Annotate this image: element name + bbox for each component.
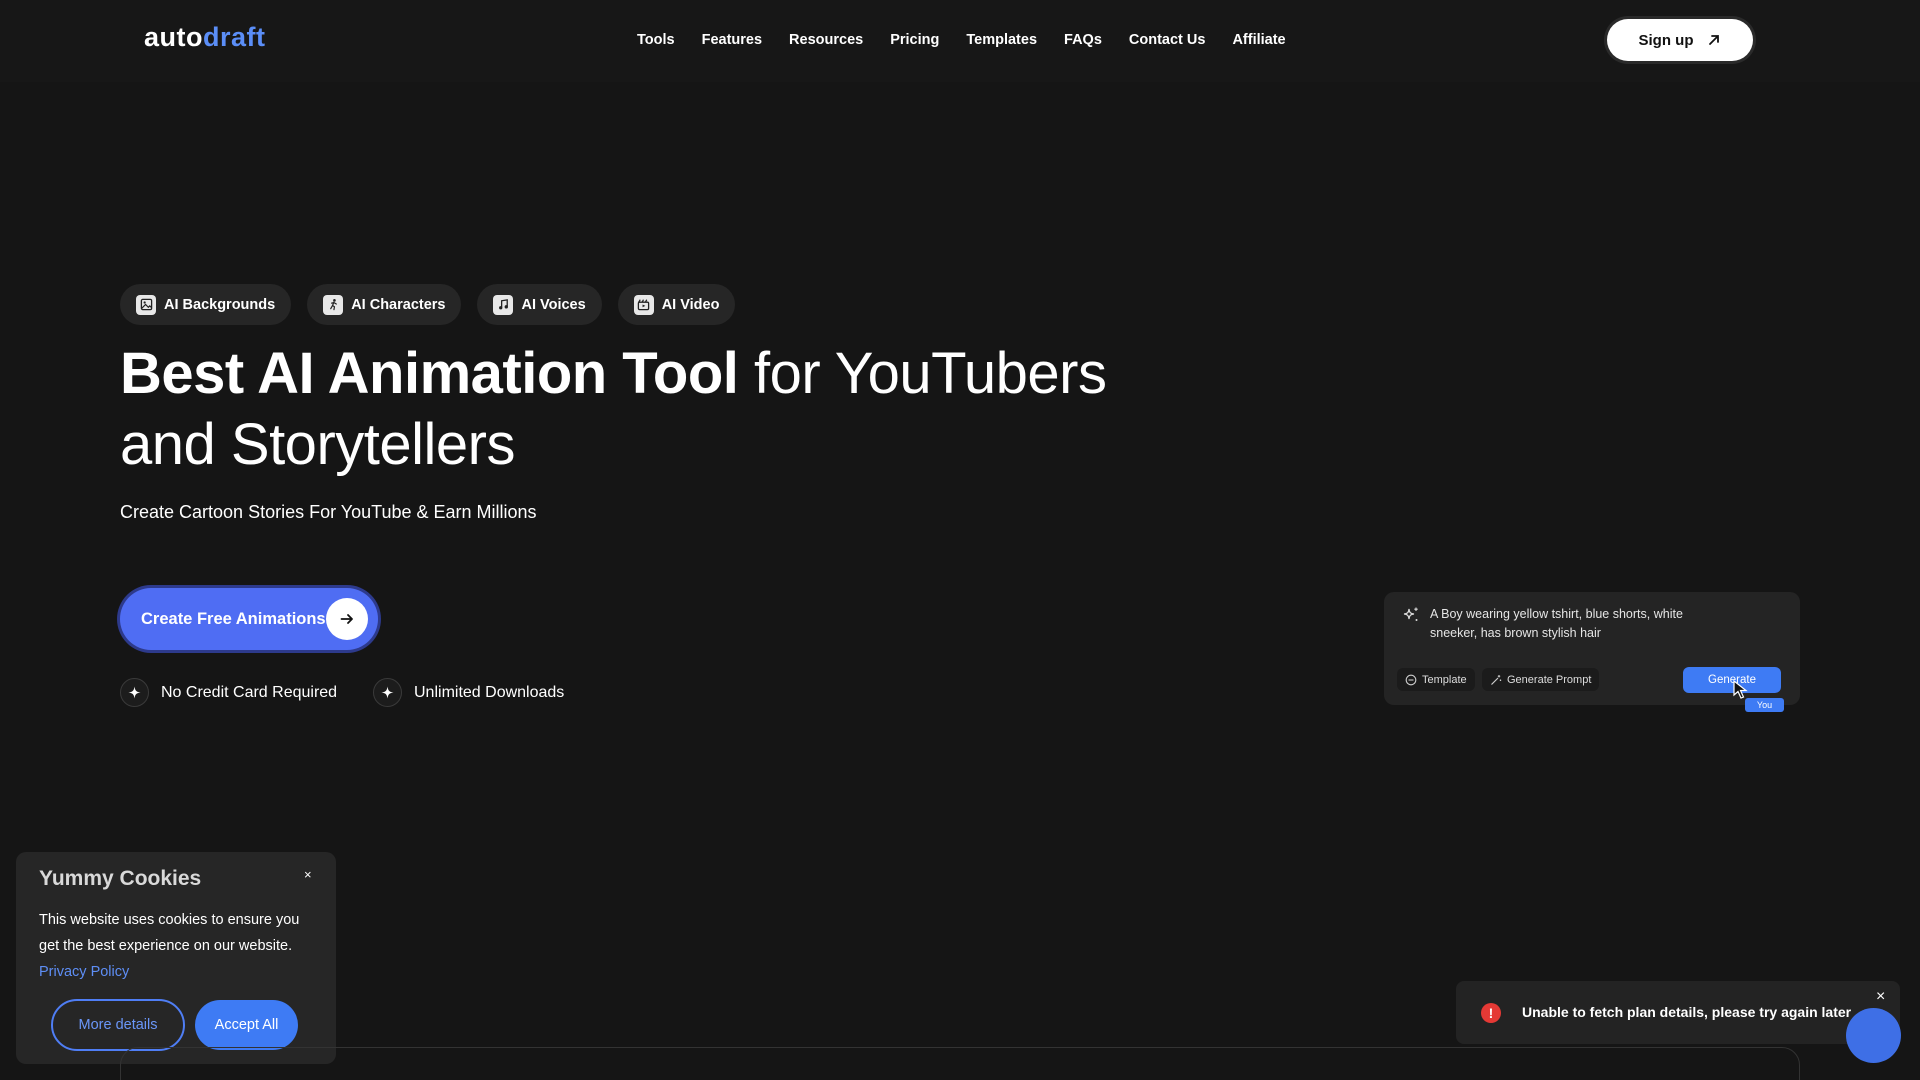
- arrow-up-right-icon: [1708, 35, 1719, 45]
- error-toast: ! Unable to fetch plan details, please t…: [1456, 981, 1900, 1044]
- chip-label: AI Voices: [521, 296, 586, 313]
- hero-title: Best AI Animation Tool for YouTubers and…: [120, 338, 1180, 480]
- cta-label: Create Free Animations: [141, 609, 326, 628]
- error-icon: !: [1481, 1003, 1501, 1023]
- chip-label: AI Characters: [351, 296, 446, 313]
- chip-ai-characters[interactable]: AI Characters: [307, 284, 462, 325]
- nav-contact-us[interactable]: Contact Us: [1129, 32, 1206, 48]
- more-details-button[interactable]: More details: [51, 999, 185, 1051]
- cursor-icon: [1733, 680, 1748, 699]
- nav-templates[interactable]: Templates: [966, 32, 1037, 48]
- toast-close-icon[interactable]: ×: [1876, 988, 1885, 1006]
- chip-label: AI Video: [661, 296, 720, 313]
- nav-affiliate[interactable]: Affiliate: [1232, 32, 1285, 48]
- privacy-policy-link[interactable]: Privacy Policy: [39, 964, 129, 980]
- cookie-message: This website uses cookies to ensure you …: [39, 907, 319, 985]
- benefit-no-credit-card: No Credit Card Required: [120, 678, 337, 707]
- autodraft-logo[interactable]: autodraft: [144, 22, 266, 53]
- you-label-tag: You: [1745, 698, 1784, 712]
- chip-ai-backgrounds[interactable]: AI Backgrounds: [120, 284, 292, 325]
- generate-prompt-button[interactable]: Generate Prompt: [1482, 668, 1600, 691]
- site-header: autodraft Tools Features Resources Prici…: [0, 0, 1920, 82]
- sparkles-icon: [1403, 607, 1418, 621]
- video-clapper-icon: [633, 294, 654, 315]
- nav-features[interactable]: Features: [702, 32, 762, 48]
- template-icon: [1405, 674, 1417, 685]
- generate-button[interactable]: Generate: [1683, 667, 1781, 693]
- logo-text-auto: auto: [144, 22, 203, 52]
- benefit-label: No Credit Card Required: [161, 683, 338, 701]
- logo-text-draft: draft: [203, 22, 266, 52]
- arrow-right-icon: [326, 598, 368, 640]
- benefit-label: Unlimited Downloads: [414, 683, 565, 701]
- feature-chips: AI Backgrounds AI Characters AI Voices A…: [120, 284, 736, 325]
- prompt-text: A Boy wearing yellow tshirt, blue shorts…: [1430, 607, 1683, 640]
- sign-up-button[interactable]: Sign up: [1607, 19, 1753, 61]
- prompt-demo-card: A Boy wearing yellow tshirt, blue shorts…: [1384, 592, 1800, 712]
- hero-title-bold: Best AI Animation Tool: [120, 341, 739, 406]
- cookie-title: Yummy Cookies: [39, 867, 202, 890]
- nav-resources[interactable]: Resources: [789, 32, 863, 48]
- main-nav: Tools Features Resources Pricing Templat…: [637, 32, 1313, 48]
- benefit-unlimited-downloads: Unlimited Downloads: [373, 678, 564, 707]
- sparkle-icon: [373, 678, 402, 707]
- hero-subtitle: Create Cartoon Stories For YouTube & Ear…: [120, 502, 537, 522]
- magic-wand-icon: [1491, 674, 1502, 685]
- accept-all-button[interactable]: Accept All: [195, 1000, 298, 1050]
- chip-label: AI Backgrounds: [164, 296, 276, 313]
- sign-up-label: Sign up: [1638, 31, 1694, 49]
- cookie-body-text: This website uses cookies to ensure you …: [39, 912, 300, 954]
- create-free-animations-button[interactable]: Create Free Animations: [120, 588, 378, 650]
- generate-prompt-label: Generate Prompt: [1507, 673, 1592, 686]
- cookie-close-icon[interactable]: ×: [304, 867, 312, 882]
- image-icon: [136, 294, 156, 315]
- running-figure-icon: [323, 294, 344, 315]
- sparkle-icon: [120, 678, 149, 707]
- template-button[interactable]: Template: [1397, 668, 1475, 691]
- nav-pricing[interactable]: Pricing: [890, 32, 939, 48]
- chip-ai-video[interactable]: AI Video: [617, 284, 736, 325]
- template-label: Template: [1422, 673, 1467, 686]
- bottom-panel: [120, 1047, 1800, 1080]
- nav-tools[interactable]: Tools: [637, 32, 675, 48]
- chat-widget-button[interactable]: [1846, 1008, 1901, 1063]
- chip-ai-voices[interactable]: AI Voices: [477, 284, 602, 325]
- music-note-icon: [493, 294, 514, 315]
- toast-message: Unable to fetch plan details, please try…: [1522, 1004, 1852, 1020]
- cookie-banner: Yummy Cookies × This website uses cookie…: [16, 852, 336, 1064]
- nav-faqs[interactable]: FAQs: [1064, 32, 1102, 48]
